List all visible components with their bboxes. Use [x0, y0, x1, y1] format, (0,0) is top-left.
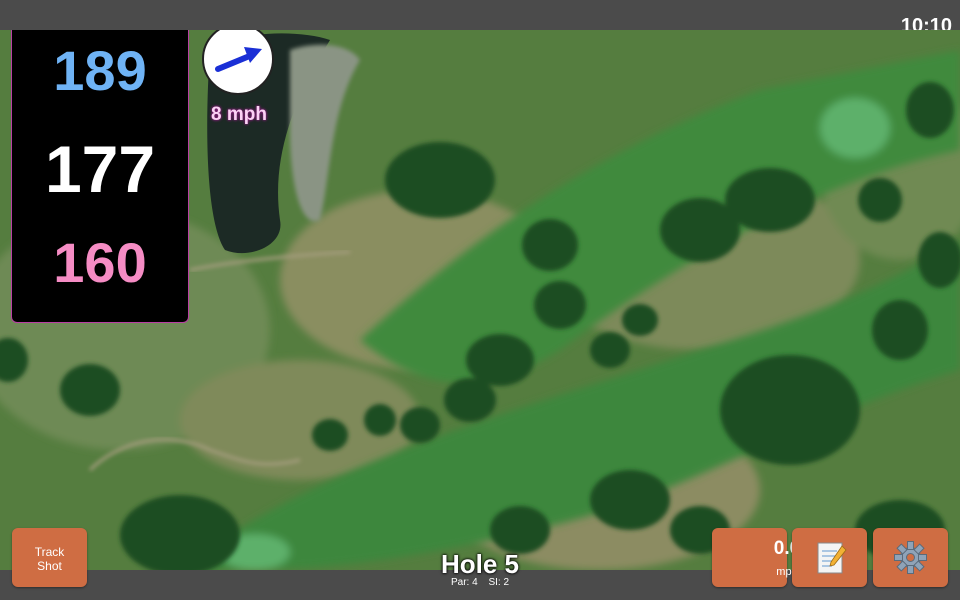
front-distance: 160	[53, 231, 147, 294]
hole-title: Hole 5	[440, 549, 520, 579]
satellite-map[interactable]: 189 177 160 8 mph	[0, 30, 960, 570]
back-distance: 189	[53, 39, 147, 102]
settings-button[interactable]	[873, 528, 948, 587]
wind-speed-label: 8 mph	[211, 104, 267, 125]
notes-button[interactable]	[792, 528, 867, 587]
wind-direction-indicator	[202, 30, 274, 95]
hole-info: Par: 4 SI: 2	[380, 577, 580, 588]
wind-direction-arrow-icon	[215, 47, 262, 72]
hole-par: Par: 4	[450, 577, 478, 588]
status-bar: 10:10	[0, 0, 960, 37]
middle-distance: 177	[44, 132, 156, 206]
wind-button[interactable]: 0.0 mph	[712, 528, 800, 587]
hole-stroke-index: SI: 2	[488, 577, 510, 588]
distance-panel: 189 177 160	[11, 30, 189, 323]
track-shot-button[interactable]: Track Shot	[12, 528, 87, 587]
gear-icon	[894, 541, 927, 574]
track-shot-label-line2: Shot	[37, 559, 62, 573]
track-shot-label-line1: Track	[34, 545, 65, 559]
notepad-icon	[817, 542, 847, 574]
